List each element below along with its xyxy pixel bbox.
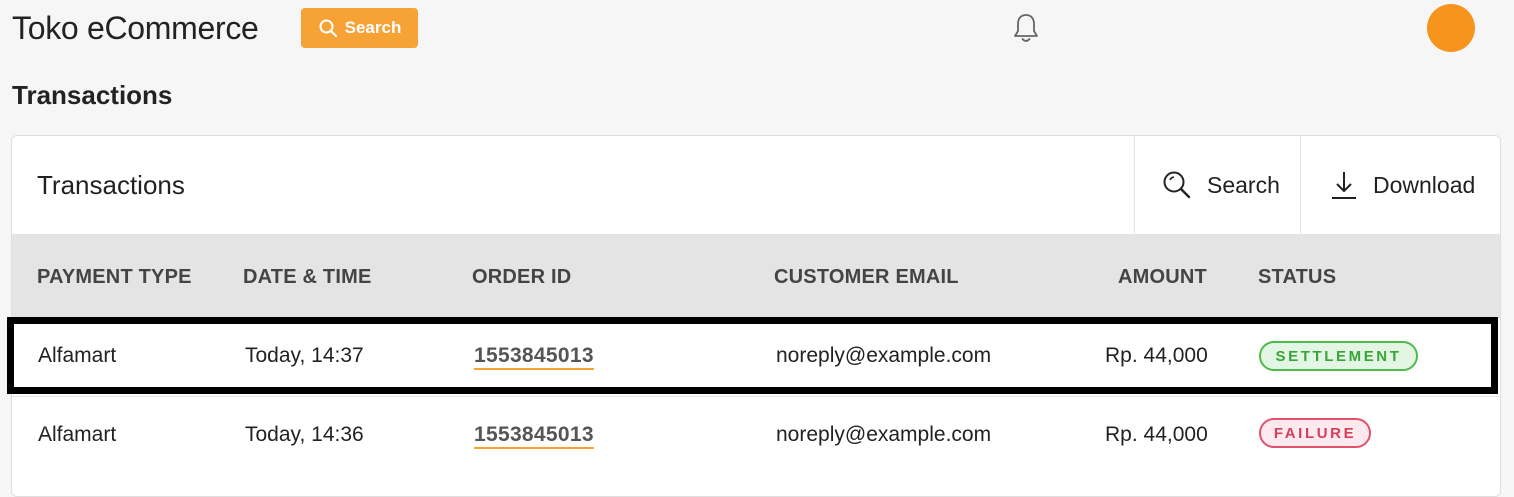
- table-row[interactable]: Alfamart Today, 14:37 1553845013 noreply…: [12, 318, 1500, 394]
- amount-cell: Rp. 44,000: [1105, 423, 1208, 446]
- table-search-label: Search: [1207, 171, 1280, 198]
- column-header-customer-email[interactable]: CUSTOMER EMAIL: [774, 266, 959, 289]
- card-header: Transactions Search Download: [12, 136, 1500, 234]
- email-cell: noreply@example.com: [776, 423, 992, 446]
- amount-cell: Rp. 44,000: [1105, 344, 1208, 367]
- status-badge: FAILURE: [1259, 418, 1371, 448]
- column-header-order-id[interactable]: ORDER ID: [472, 266, 571, 289]
- download-button[interactable]: Download: [1300, 136, 1500, 234]
- top-bar: Toko eCommerce Search: [0, 0, 1514, 62]
- transactions-card: Transactions Search Download PAYMENT TYP…: [11, 135, 1501, 497]
- datetime-cell: Today, 14:36: [245, 423, 364, 446]
- payment-type-cell: Alfamart: [38, 344, 117, 367]
- app-title: Toko eCommerce: [12, 10, 259, 46]
- top-search-label: Search: [344, 18, 402, 37]
- avatar[interactable]: [1427, 4, 1475, 52]
- column-header-date-time[interactable]: DATE & TIME: [243, 266, 372, 289]
- payment-type-cell: Alfamart: [38, 423, 117, 446]
- search-icon: [319, 19, 337, 38]
- table-search-button[interactable]: Search: [1134, 136, 1300, 234]
- datetime-cell: Today, 14:37: [245, 344, 364, 367]
- page-title: Transactions: [12, 80, 173, 110]
- card-title: Transactions: [37, 170, 185, 200]
- column-header-status[interactable]: STATUS: [1258, 266, 1336, 289]
- download-label: Download: [1373, 171, 1476, 198]
- top-search-button[interactable]: Search: [301, 8, 418, 48]
- search-icon: [1163, 171, 1191, 199]
- bell-icon[interactable]: [1012, 12, 1040, 44]
- order-id-link[interactable]: 1553845013: [474, 423, 594, 449]
- table-row[interactable]: Alfamart Today, 14:36 1553845013 noreply…: [12, 396, 1500, 473]
- status-badge: SETTLEMENT: [1259, 341, 1418, 371]
- column-header-amount[interactable]: AMOUNT: [1118, 266, 1207, 289]
- column-header-payment-type[interactable]: PAYMENT TYPE: [37, 266, 192, 289]
- table-header: PAYMENT TYPE DATE & TIME ORDER ID CUSTOM…: [12, 234, 1500, 318]
- download-icon: [1332, 172, 1356, 199]
- email-cell: noreply@example.com: [776, 344, 992, 367]
- order-id-link[interactable]: 1553845013: [474, 344, 594, 370]
